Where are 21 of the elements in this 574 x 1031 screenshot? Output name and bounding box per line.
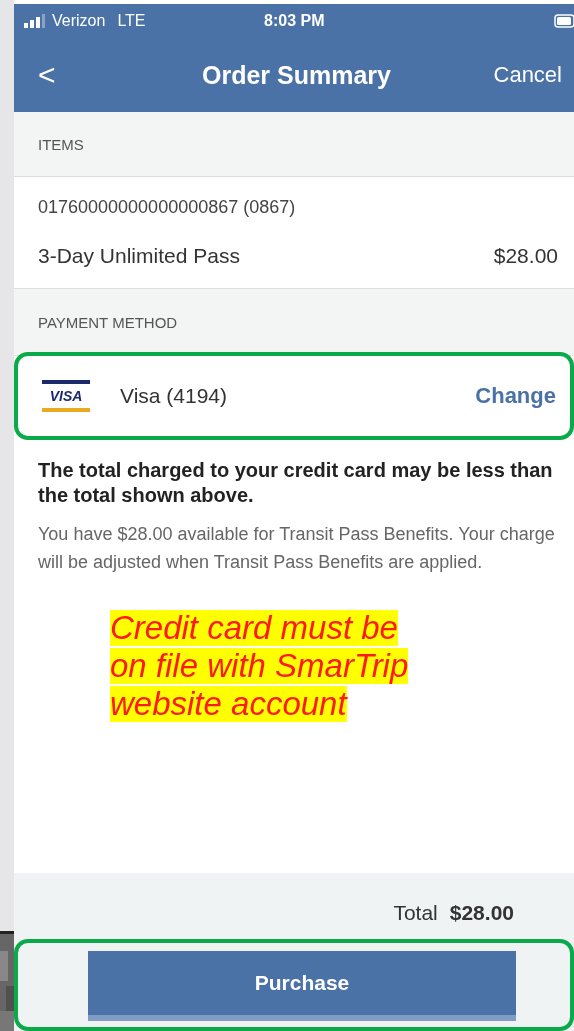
network-type: LTE [117,12,146,30]
card-label: Visa (4194) [120,384,227,408]
signal-icon [24,14,46,28]
section-header: PAYMENT METHOD [38,313,178,331]
cancel-button[interactable]: Cancel [493,62,574,88]
payment-method-row[interactable]: VISA Visa (4194) Change [14,352,574,440]
change-link[interactable]: Change [469,382,562,410]
item-price: $28.00 [493,244,558,268]
item-name: 3-Day Unlimited Pass [38,244,240,268]
screen-title: Order Summary [202,60,391,90]
card-number: 01760000000000000867 (0867) [38,197,297,218]
total-amount: $28.00 [449,901,514,925]
total-label: Total [393,901,438,925]
status-time: 8:03 PM [264,12,325,30]
notice-heading: The total charged to your credit card may be less than the total shown above. [38,458,554,508]
purchase-button[interactable]: Purchase [88,951,516,1021]
notice-text: You have $28.00 available for Transit Pass Benefits. Your charge will be adjusted when Transit Pass Benefits are applied. [38,523,556,574]
battery-icon [554,14,574,28]
section-header: ITEMS [38,135,84,153]
carrier-name: Verizon [52,12,106,30]
back-button[interactable]: < [14,58,56,92]
